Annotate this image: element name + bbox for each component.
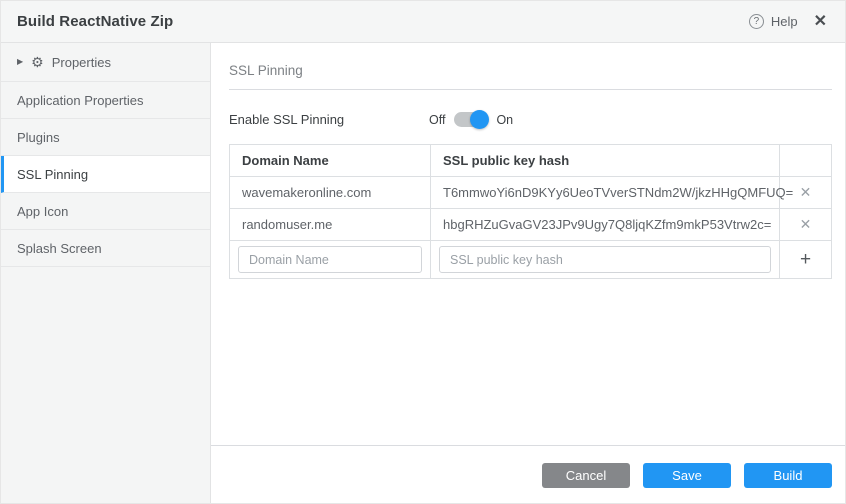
build-reactnative-zip-dialog: Build ReactNative Zip ? Help ✕ ▶ ⚙ Prope… <box>0 0 846 504</box>
delete-row-icon[interactable]: ✕ <box>800 184 812 201</box>
sidebar: ▶ ⚙ Properties Application Properties Pl… <box>1 43 211 504</box>
toggle-off-label: Off <box>429 113 445 127</box>
section-divider <box>229 89 832 90</box>
sidebar-item-splash-screen[interactable]: Splash Screen <box>1 230 210 267</box>
cancel-button[interactable]: Cancel <box>542 463 630 488</box>
sidebar-item-application-properties[interactable]: Application Properties <box>1 82 210 119</box>
column-header-actions <box>780 145 832 177</box>
sidebar-item-label: Application Properties <box>17 93 143 108</box>
table-row: wavemakeronline.com T6mmwoYi6nD9KYy6UeoT… <box>230 177 832 209</box>
sidebar-item-ssl-pinning[interactable]: SSL Pinning <box>1 156 210 193</box>
new-entry-row: + <box>230 241 832 279</box>
section-title: SSL Pinning <box>229 63 832 78</box>
table-row: randomuser.me hbgRHZuGvaGV23JPv9Ugy7Q8lj… <box>230 209 832 241</box>
toggle-knob <box>470 110 489 129</box>
help-label: Help <box>771 14 798 29</box>
save-button[interactable]: Save <box>643 463 731 488</box>
build-button[interactable]: Build <box>744 463 832 488</box>
ssl-public-key-hash-input[interactable] <box>439 246 771 273</box>
sidebar-item-label: Plugins <box>17 130 60 145</box>
dialog-title: Build ReactNative Zip <box>17 13 173 30</box>
close-icon[interactable]: ✕ <box>814 14 827 30</box>
hash-cell: hbgRHZuGvaGV23JPv9Ugy7Q8ljqKZfm9mkP53Vtr… <box>431 209 780 241</box>
help-button[interactable]: ? Help <box>749 14 798 29</box>
enable-ssl-pinning-row: Enable SSL Pinning Off On <box>229 112 832 127</box>
caret-right-icon[interactable]: ▶ <box>17 58 23 66</box>
enable-ssl-pinning-label: Enable SSL Pinning <box>229 112 429 127</box>
table-header-row: Domain Name SSL public key hash <box>230 145 832 177</box>
column-header-domain: Domain Name <box>230 145 431 177</box>
content-panel: SSL Pinning Enable SSL Pinning Off On <box>211 43 846 504</box>
sidebar-item-label: Properties <box>52 55 111 70</box>
sidebar-item-app-icon[interactable]: App Icon <box>1 193 210 230</box>
gear-icon: ⚙ <box>31 55 44 69</box>
help-icon: ? <box>749 14 764 29</box>
ssl-pinning-table: Domain Name SSL public key hash wavemake… <box>229 144 832 279</box>
dialog-footer: Cancel Save Build <box>211 445 846 504</box>
titlebar: Build ReactNative Zip ? Help ✕ <box>1 1 845 43</box>
sidebar-item-properties[interactable]: ▶ ⚙ Properties <box>1 43 210 82</box>
ssl-pinning-toggle[interactable] <box>454 112 487 127</box>
sidebar-item-plugins[interactable]: Plugins <box>1 119 210 156</box>
sidebar-item-label: App Icon <box>17 204 68 219</box>
domain-cell: randomuser.me <box>230 209 431 241</box>
sidebar-item-label: SSL Pinning <box>17 167 88 182</box>
hash-cell: T6mmwoYi6nD9KYy6UeoTVverSTNdm2W/jkzHHgQM… <box>431 177 780 209</box>
sidebar-item-label: Splash Screen <box>17 241 102 256</box>
domain-cell: wavemakeronline.com <box>230 177 431 209</box>
toggle-on-label: On <box>496 113 513 127</box>
delete-row-icon[interactable]: ✕ <box>800 216 812 233</box>
add-row-icon[interactable]: + <box>800 250 811 269</box>
column-header-hash: SSL public key hash <box>431 145 780 177</box>
domain-name-input[interactable] <box>238 246 422 273</box>
